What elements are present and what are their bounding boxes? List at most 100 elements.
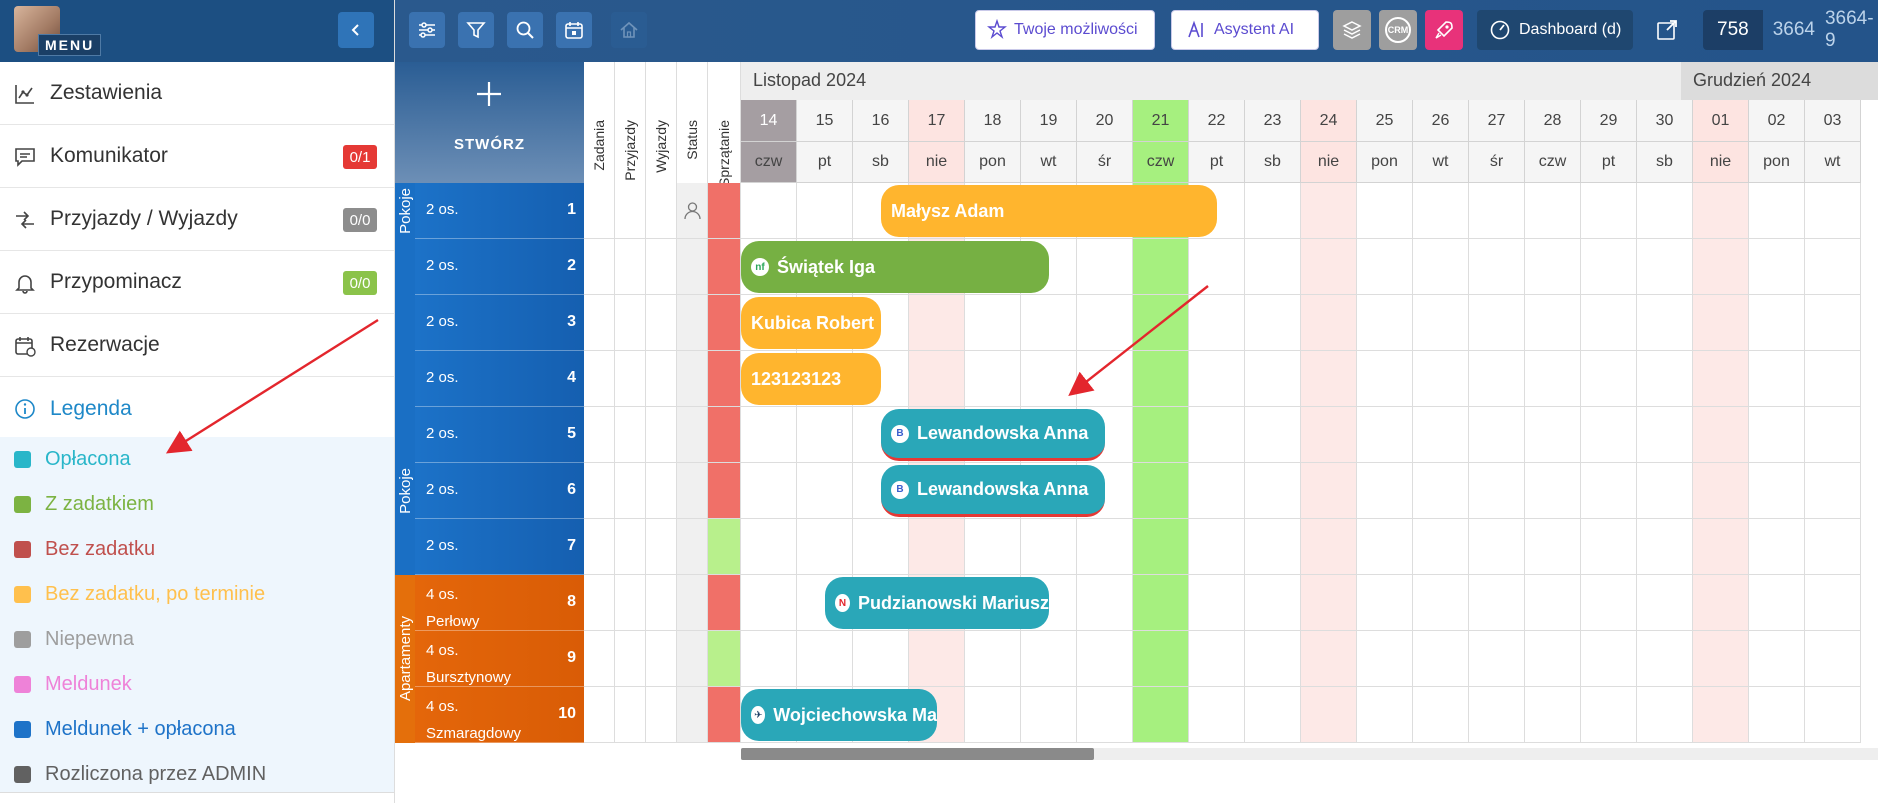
room-row[interactable]: 2 os. 2 [415,239,584,295]
reservation-block[interactable]: B Lewandowska Anna [881,409,1105,461]
day-cell[interactable] [1693,407,1749,463]
day-cell[interactable] [1525,183,1581,239]
day-cell[interactable] [965,519,1021,575]
day-cell[interactable] [1469,183,1525,239]
date-header-cell[interactable]: 18 [965,100,1021,142]
room-row[interactable]: 4 os. Perłowy 8 [415,575,584,631]
day-cell[interactable] [1301,687,1357,743]
day-cell[interactable] [853,519,909,575]
day-cell[interactable] [1581,575,1637,631]
horizontal-scrollbar[interactable] [741,748,1878,760]
day-cell[interactable] [1581,407,1637,463]
day-cell[interactable] [1581,239,1637,295]
date-header-cell[interactable]: 30 [1637,100,1693,142]
reservation-block[interactable]: Małysz Adam [881,185,1217,237]
date-header-cell[interactable]: 20 [1077,100,1133,142]
collapse-sidebar-button[interactable] [338,12,374,48]
day-cell[interactable] [1469,687,1525,743]
nav-item-legenda[interactable]: Legenda [0,377,394,440]
day-cell[interactable] [1581,351,1637,407]
day-cell[interactable] [797,407,853,463]
day-cell[interactable] [1245,575,1301,631]
day-cell[interactable] [1077,631,1133,687]
home-button[interactable] [611,12,647,48]
tasks-cell[interactable] [584,575,615,631]
column-header-arrivals[interactable]: Przyjazdy [615,62,646,183]
day-cell[interactable] [1245,463,1301,519]
day-cell[interactable] [1805,687,1861,743]
column-header-departures[interactable]: Wyjazdy [646,62,677,183]
date-header-cell[interactable]: 17 [909,100,965,142]
day-cell[interactable] [1805,183,1861,239]
day-cell[interactable] [1189,687,1245,743]
day-cell[interactable] [1469,463,1525,519]
day-cell[interactable] [1637,407,1693,463]
scrollbar-thumb[interactable] [741,748,1094,760]
date-header-cell[interactable]: 29 [1581,100,1637,142]
day-cell[interactable] [1525,351,1581,407]
day-cell[interactable] [1245,295,1301,351]
cleaning-status-cell[interactable] [708,687,741,743]
day-cell[interactable] [1805,351,1861,407]
date-header-cell[interactable]: 19 [1021,100,1077,142]
day-cell[interactable] [1245,351,1301,407]
day-cell[interactable] [1245,631,1301,687]
day-cell[interactable] [1469,631,1525,687]
day-cell[interactable] [1413,183,1469,239]
room-row[interactable]: 2 os. 6 [415,463,584,519]
day-cell[interactable] [1413,351,1469,407]
day-cell[interactable] [1357,351,1413,407]
arrivals-cell[interactable] [615,687,646,743]
departures-cell[interactable] [646,407,677,463]
date-picker-button[interactable] [556,12,592,48]
day-cell[interactable] [1301,295,1357,351]
cleaning-status-cell[interactable] [708,183,741,239]
day-cell[interactable] [1581,463,1637,519]
tasks-cell[interactable] [584,687,615,743]
tasks-cell[interactable] [584,295,615,351]
day-cell[interactable] [1637,295,1693,351]
day-cell[interactable] [741,631,797,687]
day-cell[interactable] [1525,631,1581,687]
date-header-cell[interactable]: 16 [853,100,909,142]
day-cell[interactable] [1245,239,1301,295]
tasks-cell[interactable] [584,239,615,295]
day-cell[interactable] [1525,239,1581,295]
day-cell[interactable] [1581,687,1637,743]
reservation-block[interactable]: ✈ Wojciechowska Ma [741,689,937,741]
arrivals-cell[interactable] [615,575,646,631]
day-cell[interactable] [1749,687,1805,743]
day-cell[interactable] [1693,519,1749,575]
date-header-cell[interactable]: 22 [1189,100,1245,142]
day-cell[interactable] [1805,295,1861,351]
cleaning-status-cell[interactable] [708,575,741,631]
day-cell[interactable] [1805,631,1861,687]
day-cell[interactable] [1805,239,1861,295]
day-cell[interactable] [965,351,1021,407]
status-cell[interactable] [677,575,708,631]
day-cell[interactable] [1357,295,1413,351]
day-cell[interactable] [909,631,965,687]
ai-assistant-button[interactable]: Asystent AI [1171,10,1319,50]
day-cell[interactable] [965,631,1021,687]
date-header-cell[interactable]: 28 [1525,100,1581,142]
day-cell[interactable] [1581,631,1637,687]
date-header-cell[interactable]: 02 [1749,100,1805,142]
day-cell[interactable] [1525,687,1581,743]
day-cell[interactable] [1301,519,1357,575]
dashboard-button[interactable]: Dashboard (d) [1477,10,1633,50]
day-cell[interactable] [1021,519,1077,575]
day-cell[interactable] [1357,575,1413,631]
reservation-block[interactable]: N Pudzianowski Mariusz [825,577,1049,629]
arrivals-cell[interactable] [615,631,646,687]
date-header-cell[interactable]: 15 [797,100,853,142]
date-header-cell[interactable]: 27 [1469,100,1525,142]
day-cell[interactable] [1693,463,1749,519]
room-row[interactable]: 2 os. 1 [415,183,584,239]
day-cell[interactable] [1357,183,1413,239]
day-cell[interactable] [1637,351,1693,407]
day-cell[interactable] [1077,239,1133,295]
day-cell[interactable] [1637,687,1693,743]
departures-cell[interactable] [646,575,677,631]
departures-cell[interactable] [646,631,677,687]
